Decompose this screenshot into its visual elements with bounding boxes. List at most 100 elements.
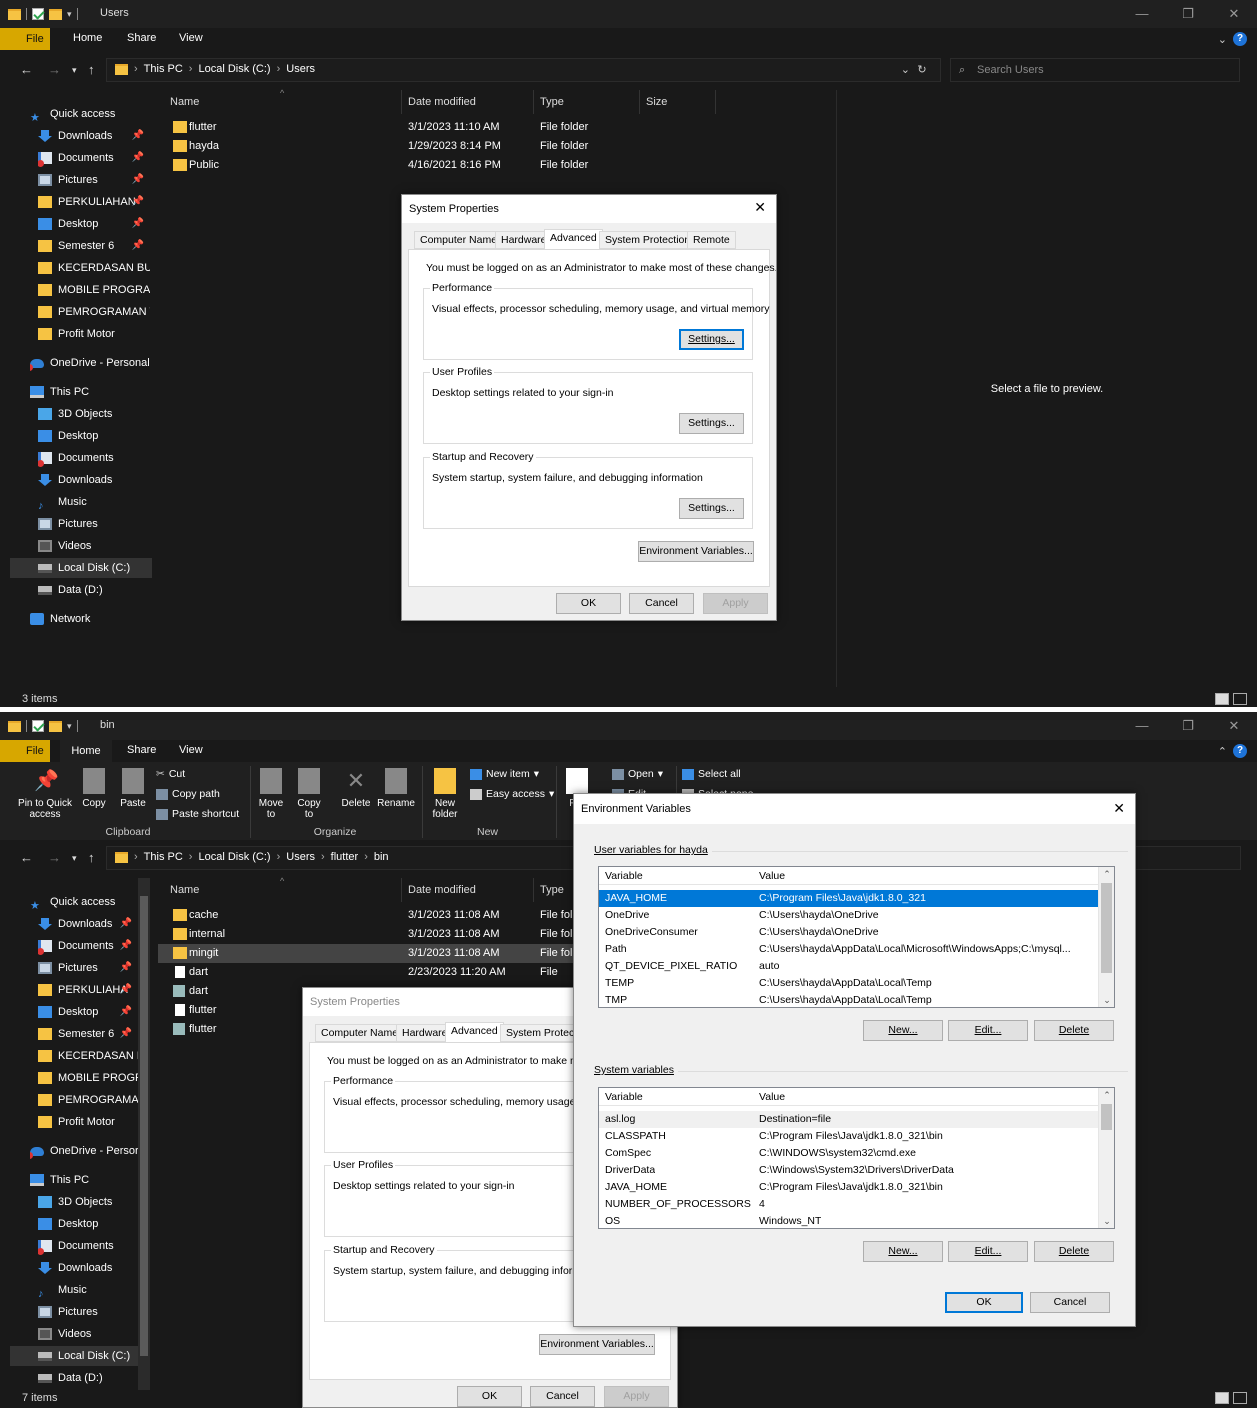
nav-pemrograman[interactable]: PEMROGRAMAN W — [38, 302, 150, 322]
cancel-button[interactable]: Cancel — [530, 1386, 595, 1407]
close-icon[interactable]: ✕ — [1113, 800, 1125, 817]
tab-system-protection[interactable]: System Protection — [599, 231, 697, 249]
nav-quick-access[interactable]: ★ Quick access — [30, 892, 140, 912]
close-icon[interactable]: ✕ — [754, 199, 766, 216]
column-value[interactable]: Value — [759, 1088, 785, 1106]
new-item-button[interactable]: New item ▾ — [470, 768, 539, 780]
nav-perkuliahan[interactable]: PERKULIAHAN 📌 — [38, 192, 150, 212]
nav-desktop[interactable]: Desktop 📌 — [38, 1002, 138, 1022]
environment-variables-button[interactable]: Environment Variables... — [638, 541, 754, 562]
move-to-button[interactable]: Move to — [256, 768, 286, 820]
details-view-icon[interactable] — [1215, 1392, 1229, 1404]
apply-button[interactable]: Apply — [604, 1386, 669, 1407]
refresh-icon[interactable]: ↻ — [902, 58, 942, 82]
breadcrumb-this-pc[interactable]: This PC — [144, 851, 183, 863]
properties-icon[interactable] — [32, 8, 44, 20]
nav-music[interactable]: ♪ Music — [38, 1280, 138, 1300]
large-icons-view-icon[interactable] — [1233, 1392, 1247, 1404]
ok-button[interactable]: OK — [945, 1292, 1023, 1313]
nav-music[interactable]: ♪ Music — [38, 492, 150, 512]
system-delete-button[interactable]: Delete — [1034, 1241, 1114, 1262]
recent-locations-icon[interactable]: ▾ — [72, 853, 77, 864]
forward-icon[interactable]: → — [48, 62, 61, 77]
easy-access-button[interactable]: Easy access ▾ — [470, 788, 554, 800]
user-variable-row-selected[interactable]: JAVA_HOME C:\Program Files\Java\jdk1.8.0_… — [599, 890, 1114, 907]
ok-button[interactable]: OK — [457, 1386, 522, 1407]
copy-path-button[interactable]: Copy path — [156, 788, 220, 800]
file-row[interactable]: Public 4/16/2021 8:16 PM File folder — [158, 156, 835, 175]
system-variable-row[interactable]: CLASSPATH C:\Program Files\Java\jdk1.8.0_… — [599, 1128, 1114, 1145]
nav-downloads[interactable]: Downloads 📌 — [38, 126, 150, 146]
column-name[interactable]: Name — [164, 90, 402, 114]
file-row[interactable]: cache 3/1/2023 11:08 AM File fol — [158, 906, 578, 925]
close-button[interactable]: ✕ — [1211, 0, 1257, 28]
minimize-button[interactable]: — — [1119, 712, 1165, 740]
nav-3d-objects[interactable]: 3D Objects — [38, 404, 150, 424]
properties-icon[interactable] — [32, 720, 44, 732]
nav-pc-downloads[interactable]: Downloads — [38, 1258, 138, 1278]
help-icon[interactable]: ? — [1233, 32, 1247, 46]
paste-button[interactable]: Paste — [116, 768, 150, 809]
nav-documents[interactable]: Documents 📌 — [38, 148, 150, 168]
breadcrumb-users[interactable]: Users — [286, 851, 315, 863]
expand-ribbon-icon[interactable]: ⌄ — [1218, 33, 1227, 46]
cancel-button[interactable]: Cancel — [1030, 1292, 1110, 1313]
user-variable-row[interactable]: QT_DEVICE_PIXEL_RATIO auto — [599, 958, 1114, 975]
system-variables-scrollbar[interactable]: ⌃ ⌄ — [1098, 1088, 1114, 1228]
nav-pc-desktop[interactable]: Desktop — [38, 426, 150, 446]
user-variable-row[interactable]: Path C:\Users\hayda\AppData\Local\Microso… — [599, 941, 1114, 958]
user-variable-row[interactable]: TMP C:\Users\hayda\AppData\Local\Temp — [599, 992, 1114, 1007]
nav-pc-pictures[interactable]: Pictures — [38, 514, 150, 534]
nav-pc-downloads[interactable]: Downloads — [38, 470, 150, 490]
customize-toolbar-icon[interactable]: ▾ — [67, 721, 72, 732]
column-date-modified[interactable]: Date modified — [402, 90, 534, 114]
nav-onedrive[interactable]: OneDrive - Persor — [30, 1141, 138, 1161]
customize-toolbar-icon[interactable]: ▾ — [67, 9, 72, 20]
navigation-scrollbar[interactable] — [138, 878, 150, 1390]
recent-locations-icon[interactable]: ▾ — [72, 65, 77, 76]
ok-button[interactable]: OK — [556, 593, 621, 614]
tab-computer-name[interactable]: Computer Name — [315, 1024, 405, 1042]
cancel-button[interactable]: Cancel — [629, 593, 694, 614]
cut-button[interactable]: ✂ Cut — [156, 768, 185, 780]
user-new-button[interactable]: New... — [863, 1020, 943, 1041]
address-bar[interactable]: › This PC › Local Disk (C:) › Users ⌄ — [106, 58, 941, 82]
column-type[interactable]: Type — [534, 90, 640, 114]
column-size[interactable]: Size — [640, 90, 716, 114]
file-row[interactable]: dart 2/23/2023 11:20 AM File — [158, 963, 578, 982]
nav-pc-documents[interactable]: Documents — [38, 448, 150, 468]
paste-shortcut-button[interactable]: Paste shortcut — [156, 808, 239, 820]
tab-share[interactable]: Share — [127, 744, 156, 756]
file-row-selected[interactable]: mingit 3/1/2023 11:08 AM File fol — [158, 944, 578, 963]
nav-this-pc[interactable]: This PC — [30, 1170, 138, 1190]
performance-settings-button[interactable]: Settings... — [679, 329, 744, 350]
nav-pemrograman[interactable]: PEMROGRAMAI — [38, 1090, 138, 1110]
large-icons-view-icon[interactable] — [1233, 693, 1247, 705]
tab-view[interactable]: View — [179, 744, 203, 756]
nav-3d-objects[interactable]: 3D Objects — [38, 1192, 138, 1212]
breadcrumb-users[interactable]: Users — [286, 63, 315, 75]
user-edit-button[interactable]: Edit... — [948, 1020, 1028, 1041]
nav-perkuliahan[interactable]: PERKULIAHA 📌 — [38, 980, 138, 1000]
nav-pictures[interactable]: Pictures 📌 — [38, 958, 138, 978]
column-variable[interactable]: Variable — [605, 867, 643, 885]
nav-kecerdasan[interactable]: KECERDASAN BI — [38, 1046, 138, 1066]
column-date-modified[interactable]: Date modified — [402, 878, 534, 902]
pin-to-quick-access-button[interactable]: 📌 Pin to Quick access — [14, 768, 76, 820]
details-view-icon[interactable] — [1215, 693, 1229, 705]
new-folder-button[interactable]: New folder — [428, 768, 462, 820]
up-icon[interactable]: ↑ — [88, 850, 95, 865]
breadcrumb-local-disk[interactable]: Local Disk (C:) — [198, 851, 270, 863]
system-variable-row[interactable]: asl.log Destination=file — [599, 1111, 1114, 1128]
column-value[interactable]: Value — [759, 867, 785, 885]
up-icon[interactable]: ↑ — [88, 62, 95, 77]
nav-this-pc[interactable]: This PC — [30, 382, 150, 402]
restore-button[interactable]: ❐ — [1165, 712, 1211, 740]
collapse-ribbon-icon[interactable]: ⌃ — [1218, 745, 1227, 758]
system-variable-row[interactable]: ComSpec C:\WINDOWS\system32\cmd.exe — [599, 1145, 1114, 1162]
forward-icon[interactable]: → — [48, 850, 61, 865]
tab-view[interactable]: View — [179, 32, 203, 44]
tab-advanced[interactable]: Advanced — [544, 229, 603, 250]
close-button[interactable]: ✕ — [1211, 712, 1257, 740]
breadcrumb-flutter[interactable]: flutter — [331, 851, 359, 863]
